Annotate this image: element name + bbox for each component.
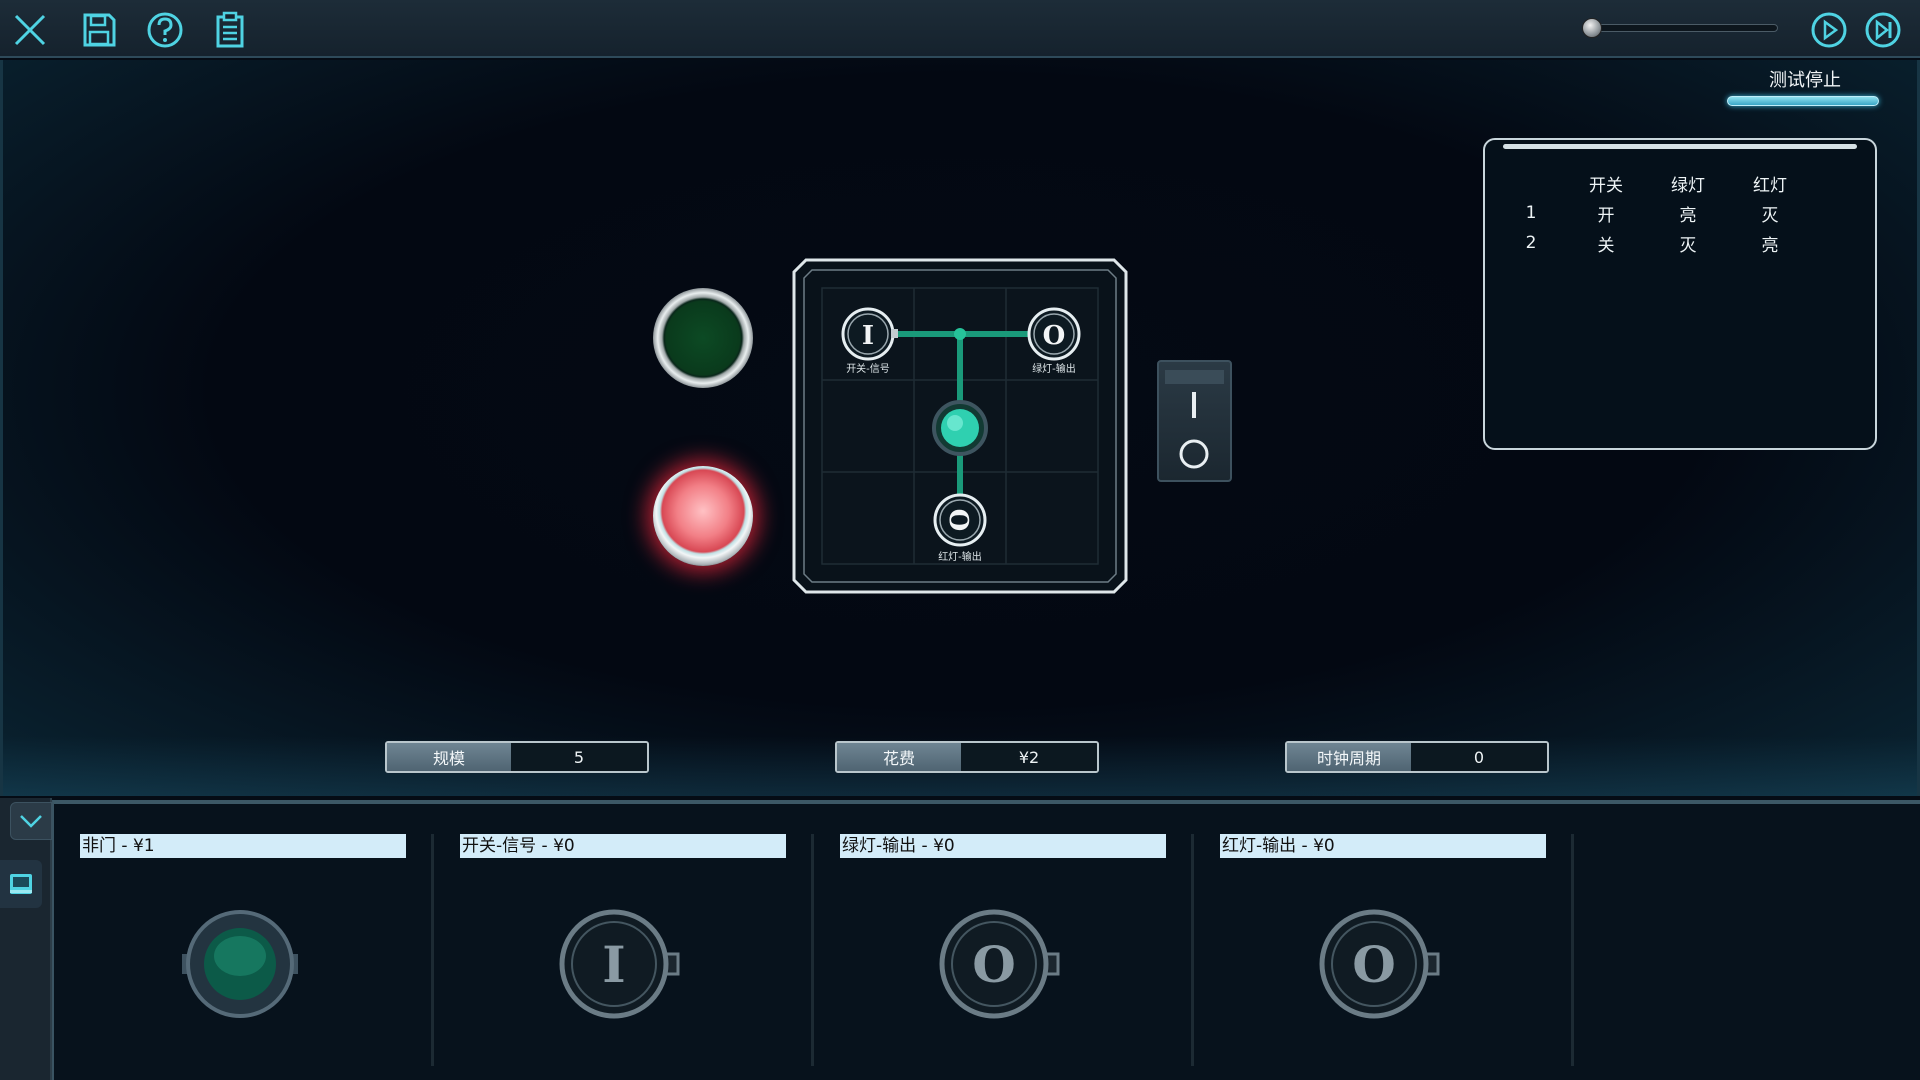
palette-item-red-output[interactable]: 红灯-输出 - ¥0 O xyxy=(1194,804,1574,1068)
green-output-label: 绿灯-输出 xyxy=(1032,362,1076,375)
close-button[interactable] xyxy=(6,6,54,54)
table-cell: 开 xyxy=(1597,205,1615,226)
help-button[interactable] xyxy=(141,6,189,54)
cost-stat-value: ¥2 xyxy=(961,743,1097,771)
palette-glyph: O xyxy=(1352,935,1396,994)
palette-item-not-gate[interactable]: 非门 - ¥1 xyxy=(54,804,434,1068)
book-icon xyxy=(10,874,32,894)
table-cell: 亮 xyxy=(1679,205,1697,226)
input-node-label: 开关-信号 xyxy=(846,362,890,375)
green-lamp xyxy=(653,288,753,388)
cost-stat: 花费 ¥2 xyxy=(835,741,1099,773)
power-toggle-switch[interactable] xyxy=(1157,360,1232,482)
palette-glyph: I xyxy=(602,935,625,994)
truth-header-green: 绿灯 xyxy=(1671,175,1705,196)
top-toolbar xyxy=(0,0,1920,58)
table-cell: 关 xyxy=(1597,235,1615,256)
save-icon xyxy=(83,13,116,47)
clipboard-icon xyxy=(216,11,244,48)
truth-table-panel: 开关 绿灯 红灯 1 开 亮 灭 2 关 灭 亮 xyxy=(1483,138,1877,450)
palette-divider xyxy=(1571,834,1574,1066)
truth-table-header: 开关 绿灯 红灯 xyxy=(1497,168,1811,198)
wire-junction xyxy=(954,328,966,340)
toggle-glyphs xyxy=(1165,370,1224,469)
palette-item-label: 红灯-输出 - ¥0 xyxy=(1220,834,1546,858)
circuit-board[interactable]: I 开关-信号 O 绿灯-输出 O 红灯-输出 xyxy=(792,258,1128,594)
scale-stat-label: 规模 xyxy=(387,743,511,771)
table-cell: 灭 xyxy=(1761,205,1779,226)
green-output-node[interactable]: O 绿灯-输出 xyxy=(1027,307,1081,375)
component-palette: 非门 - ¥1 开关-信号 - ¥0 I 绿灯-输出 - ¥0 O 红灯-输出 … xyxy=(52,800,1920,1080)
clock-stat-value: 0 xyxy=(1411,743,1547,771)
palette-item-label: 绿灯-输出 - ¥0 xyxy=(840,834,1166,858)
output-node-icon: O xyxy=(1319,909,1440,1019)
output-node-icon: O xyxy=(939,909,1060,1019)
panel-top-accent xyxy=(1503,144,1857,149)
input-node-icon: I xyxy=(559,909,680,1019)
test-status-label: 测试停止 xyxy=(1769,70,1841,91)
not-gate-icon xyxy=(182,910,298,1018)
red-output-label: 红灯-输出 xyxy=(938,550,982,563)
palette-item-label: 开关-信号 - ¥0 xyxy=(460,834,786,858)
task-button[interactable] xyxy=(206,6,254,54)
scale-stat: 规模 5 xyxy=(385,741,649,773)
step-forward-icon xyxy=(1865,12,1901,48)
save-button[interactable] xyxy=(75,6,123,54)
clock-stat-label: 时钟周期 xyxy=(1287,743,1411,771)
clock-stat: 时钟周期 0 xyxy=(1285,741,1549,773)
palette-item-label: 非门 - ¥1 xyxy=(80,834,406,858)
palette-side-rail xyxy=(0,798,52,1080)
component-library-tab[interactable] xyxy=(0,860,42,908)
play-button[interactable] xyxy=(1805,6,1853,54)
table-row: 1 开 亮 灭 xyxy=(1497,198,1811,228)
table-cell: 灭 xyxy=(1679,235,1697,256)
table-cell: 2 xyxy=(1525,233,1537,253)
not-gate-node[interactable] xyxy=(932,400,988,456)
table-cell: 亮 xyxy=(1761,235,1779,256)
close-icon xyxy=(14,14,46,46)
input-node[interactable]: I 开关-信号 xyxy=(841,307,898,375)
truth-table: 开关 绿灯 红灯 1 开 亮 灭 2 关 灭 亮 xyxy=(1497,168,1811,258)
palette-item-green-output[interactable]: 绿灯-输出 - ¥0 O xyxy=(814,804,1194,1068)
truth-header-index xyxy=(1497,168,1565,198)
step-forward-button[interactable] xyxy=(1859,6,1907,54)
chevron-down-icon xyxy=(20,815,42,828)
palette-item-switch-signal[interactable]: 开关-信号 - ¥0 I xyxy=(434,804,814,1068)
speed-slider[interactable] xyxy=(1588,24,1778,32)
cost-stat-label: 花费 xyxy=(837,743,961,771)
palette-glyph: O xyxy=(972,935,1016,994)
red-output-node[interactable]: O 红灯-输出 xyxy=(933,493,987,563)
table-row: 2 关 灭 亮 xyxy=(1497,228,1811,258)
truth-header-switch: 开关 xyxy=(1589,175,1623,196)
speed-slider-handle[interactable] xyxy=(1582,18,1602,38)
red-output-glyph: O xyxy=(943,509,973,532)
green-output-glyph: O xyxy=(1043,321,1066,351)
help-icon xyxy=(147,12,183,48)
table-cell: 1 xyxy=(1525,203,1537,223)
red-lamp xyxy=(653,466,753,566)
collapse-palette-button[interactable] xyxy=(10,802,52,840)
scale-stat-value: 5 xyxy=(511,743,647,771)
input-node-glyph: I xyxy=(862,321,874,351)
truth-header-red: 红灯 xyxy=(1753,175,1787,196)
play-icon xyxy=(1811,12,1847,48)
test-progress-bar xyxy=(1727,96,1879,106)
